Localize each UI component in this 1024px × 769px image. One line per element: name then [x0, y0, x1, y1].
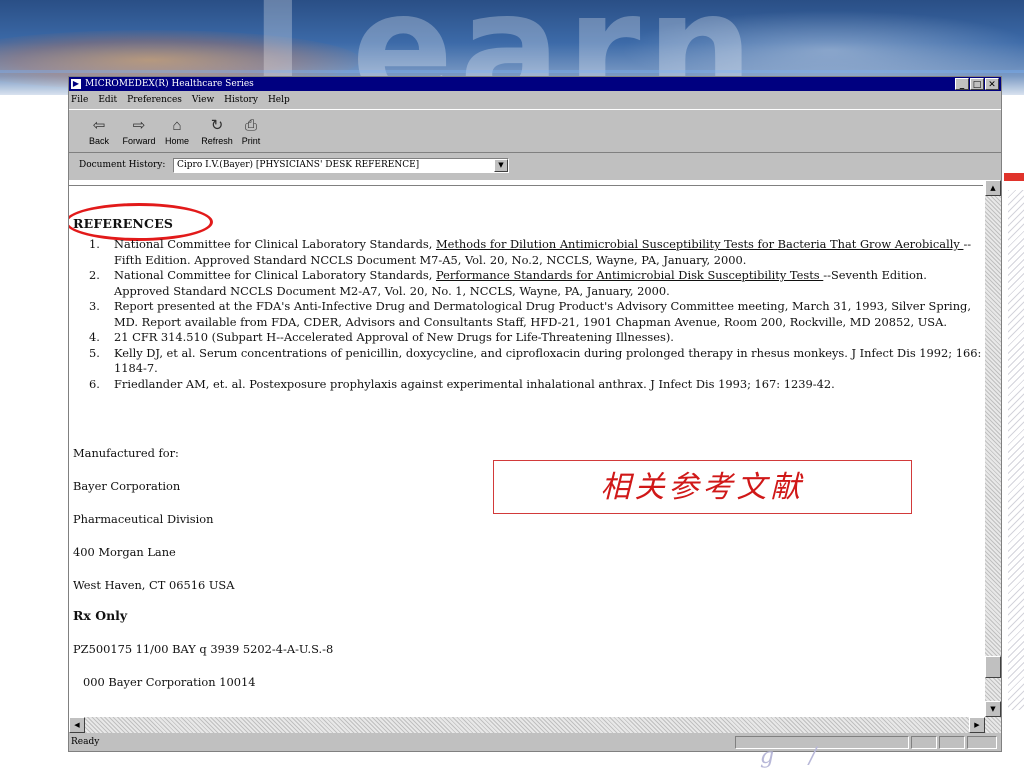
rx-only: Rx Only — [73, 608, 128, 623]
status-cell — [911, 736, 937, 749]
menu-edit[interactable]: Edit — [98, 92, 117, 108]
minimize-button[interactable]: _ — [955, 78, 969, 90]
annotation-text: 相关参考文献 — [600, 470, 805, 505]
scroll-thumb[interactable] — [985, 656, 1001, 678]
reference-number: 1. — [89, 237, 100, 251]
scroll-right-button[interactable]: ▶ — [969, 717, 985, 733]
horizontal-scrollbar[interactable]: ◀ ▶ — [69, 717, 1001, 733]
vertical-scrollbar[interactable]: ▲ ▼ — [985, 180, 1001, 717]
reference-link[interactable]: Methods for Dilution Antimicrobial Susce… — [436, 237, 963, 251]
menu-bar: File Edit Preferences View History Help — [69, 92, 1001, 108]
scroll-up-button[interactable]: ▲ — [985, 180, 1001, 196]
status-cell — [967, 736, 997, 749]
window-title: MICROMEDEX(R) Healthcare Series — [85, 79, 254, 89]
list-item: 2. National Committee for Clinical Labora… — [69, 268, 983, 299]
print-label: Print — [241, 136, 261, 146]
product-code: PZ500175 11/00 BAY q 3939 5202-4-A-U.S.-… — [73, 642, 334, 656]
document-history-select[interactable]: Cipro I.V.(Bayer) [PHYSICIANS' DESK REFE… — [173, 158, 509, 173]
list-item: 1. National Committee for Clinical Labora… — [69, 237, 983, 268]
banner-stripe — [0, 70, 1024, 73]
refresh-label: Refresh — [201, 136, 233, 146]
menu-file[interactable]: File — [71, 92, 88, 108]
reference-number: 4. — [89, 330, 100, 344]
references-list: 1. National Committee for Clinical Labora… — [69, 237, 983, 392]
list-item: 5. Kelly DJ, et al. Serum concentrations … — [69, 346, 983, 377]
home-button[interactable]: ⌂ Home — [157, 116, 197, 150]
reference-text: Kelly DJ, et al. Serum concentrations of… — [114, 345, 982, 376]
print-icon: ⎙ — [244, 117, 257, 134]
forward-arrow-icon: ⇨ — [132, 117, 146, 134]
reference-text: 21 CFR 314.510 (Subpart H--Accelerated A… — [114, 330, 674, 344]
title-bar[interactable]: ▶ MICROMEDEX(R) Healthcare Series _ □ ✕ — [69, 77, 1001, 91]
slide-right-pattern — [1008, 190, 1024, 710]
status-text: Ready — [71, 737, 100, 747]
slide-footer-text: g / — [760, 744, 817, 769]
chevron-down-icon[interactable]: ▼ — [494, 159, 508, 172]
back-label: Back — [88, 136, 109, 146]
street-address: 400 Morgan Lane — [73, 545, 176, 559]
forward-label: Forward — [122, 136, 156, 146]
toolbar: ⇦ Back ⇨ Forward ⌂ Home ↻ Refresh ⎙ Prin… — [69, 109, 1001, 153]
company-name: Bayer Corporation — [73, 479, 181, 493]
app-window: ▶ MICROMEDEX(R) Healthcare Series _ □ ✕ … — [68, 76, 1002, 752]
menu-preferences[interactable]: Preferences — [127, 92, 182, 108]
document-content: REFERENCES 1. National Committee for Clin… — [69, 180, 985, 717]
maximize-button[interactable]: □ — [970, 78, 984, 90]
list-item: 4. 21 CFR 314.510 (Subpart H--Accelerated… — [69, 330, 983, 346]
reference-number: 3. — [89, 299, 100, 313]
home-label: Home — [164, 136, 189, 146]
reference-text: Friedlander AM, et. al. Postexposure pro… — [114, 376, 835, 391]
app-icon: ▶ — [71, 79, 81, 89]
divider — [69, 185, 983, 187]
menu-view[interactable]: View — [192, 92, 214, 108]
reference-number: 5. — [89, 345, 100, 360]
reference-text: National Committee for Clinical Laborato… — [114, 268, 436, 282]
back-arrow-icon: ⇦ — [92, 117, 106, 134]
division-name: Pharmaceutical Division — [73, 512, 214, 526]
reference-text: National Committee for Clinical Laborato… — [114, 237, 436, 251]
back-button[interactable]: ⇦ Back — [79, 116, 119, 150]
document-history-label: Document History: — [79, 160, 166, 170]
highlight-circle — [69, 203, 213, 241]
scroll-down-button[interactable]: ▼ — [985, 701, 1001, 717]
list-item: 6. Friedlander AM, et. al. Postexposure p… — [69, 377, 983, 393]
home-icon: ⌂ — [172, 117, 182, 134]
menu-history[interactable]: History — [224, 92, 258, 108]
window-controls: _ □ ✕ — [955, 78, 999, 90]
list-item: 3. Report presented at the FDA's Anti-Inf… — [69, 299, 983, 330]
reference-link[interactable]: Performance Standards for Antimicrobial … — [436, 268, 823, 282]
close-button[interactable]: ✕ — [985, 78, 999, 90]
scroll-left-button[interactable]: ◀ — [69, 717, 85, 733]
document-history-bar: Document History: Cipro I.V.(Bayer) [PHY… — [69, 155, 1001, 177]
reference-number: 2. — [89, 268, 100, 282]
copyright-line: 000 Bayer Corporation 10014 — [83, 675, 256, 689]
menu-help[interactable]: Help — [268, 92, 290, 108]
print-button[interactable]: ⎙ Print — [231, 116, 271, 150]
reference-text: Report presented at the FDA's Anti-Infec… — [114, 299, 971, 329]
annotation-box: 相关参考文献 — [493, 460, 912, 514]
forward-button[interactable]: ⇨ Forward — [119, 116, 159, 150]
status-cell — [939, 736, 965, 749]
document-history-value: Cipro I.V.(Bayer) [PHYSICIANS' DESK REFE… — [177, 160, 420, 170]
slide-red-tab — [1004, 173, 1024, 181]
status-bar: Ready — [69, 734, 1001, 751]
manufactured-for: Manufactured for: — [73, 446, 179, 460]
reference-number: 6. — [89, 376, 100, 391]
city-address: West Haven, CT 06516 USA — [73, 578, 235, 592]
